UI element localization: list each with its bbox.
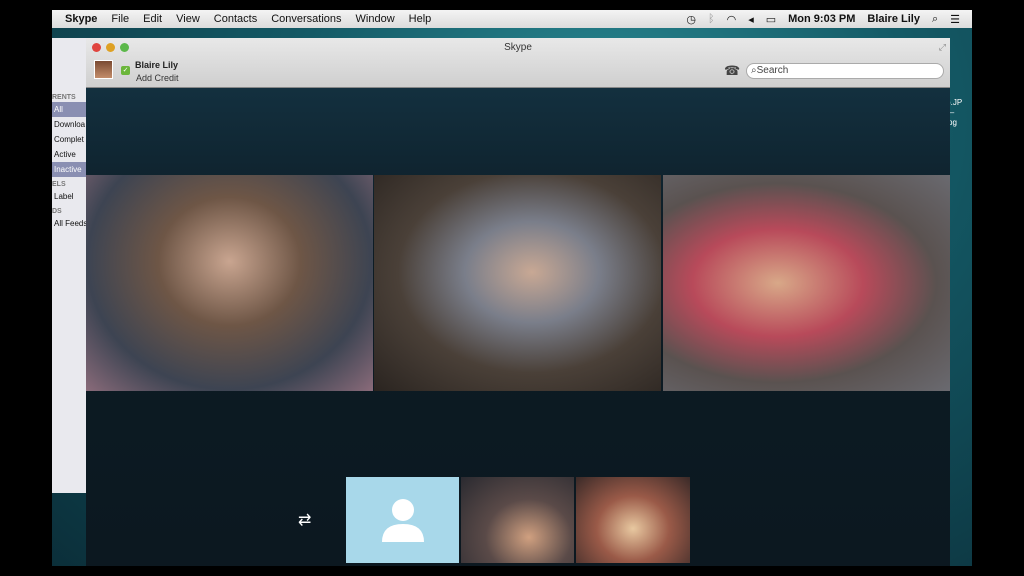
user-silhouette-icon [381, 499, 424, 542]
status-online-icon[interactable]: ✓ [121, 66, 130, 75]
window-title: Skype [504, 42, 532, 53]
thumbnail-video-1[interactable] [461, 477, 574, 563]
user-name: Blaire Lily [135, 60, 179, 70]
search-placeholder: Search [756, 65, 789, 76]
wifi-icon[interactable]: ◠ [727, 13, 737, 26]
video-tile-2[interactable] [374, 175, 661, 391]
skype-window: Skype ⤢ ✓ Blaire Lily Add Credit ☎ ⌕Sear… [86, 38, 950, 566]
volume-icon[interactable]: ◂ [748, 13, 754, 26]
video-tile-3[interactable] [663, 175, 950, 391]
time-machine-icon[interactable]: ◷ [686, 13, 696, 26]
notification-center-icon[interactable]: ☰ [950, 13, 960, 26]
search-input[interactable]: ⌕Search [746, 63, 944, 79]
battery-icon[interactable]: ▭ [766, 13, 776, 26]
spotlight-icon[interactable]: ⌕ [932, 13, 938, 26]
menu-help[interactable]: Help [409, 13, 432, 25]
avatar[interactable] [94, 60, 113, 79]
menu-view[interactable]: View [176, 13, 200, 25]
clock[interactable]: Mon 9:03 PM [788, 13, 855, 25]
menu-edit[interactable]: Edit [143, 13, 162, 25]
call-area: ⇄ [86, 88, 950, 566]
fullscreen-icon[interactable]: ⤢ [939, 42, 946, 53]
menu-app[interactable]: Skype [65, 13, 97, 25]
user-menu[interactable]: Blaire Lily [867, 13, 920, 25]
desktop: Skype File Edit View Contacts Conversati… [52, 10, 972, 566]
video-tile-1[interactable] [86, 175, 373, 391]
thumbnail-avatar-placeholder[interactable] [346, 477, 459, 563]
thumbnail-video-2[interactable] [576, 477, 690, 563]
swap-video-icon[interactable]: ⇄ [298, 510, 311, 530]
title-bar: Skype ⤢ ✓ Blaire Lily Add Credit ☎ ⌕Sear… [86, 38, 950, 88]
dial-pad-icon[interactable]: ☎ [724, 63, 740, 79]
bluetooth-icon[interactable]: ᛒ [708, 13, 715, 25]
menu-conversations[interactable]: Conversations [271, 13, 341, 25]
desktop-file-label[interactable]: ).JP l– pg [948, 98, 972, 128]
menu-window[interactable]: Window [356, 13, 395, 25]
add-credit-link[interactable]: Add Credit [136, 73, 179, 83]
menu-file[interactable]: File [111, 13, 129, 25]
menu-bar: Skype File Edit View Contacts Conversati… [52, 10, 972, 28]
menu-contacts[interactable]: Contacts [214, 13, 257, 25]
